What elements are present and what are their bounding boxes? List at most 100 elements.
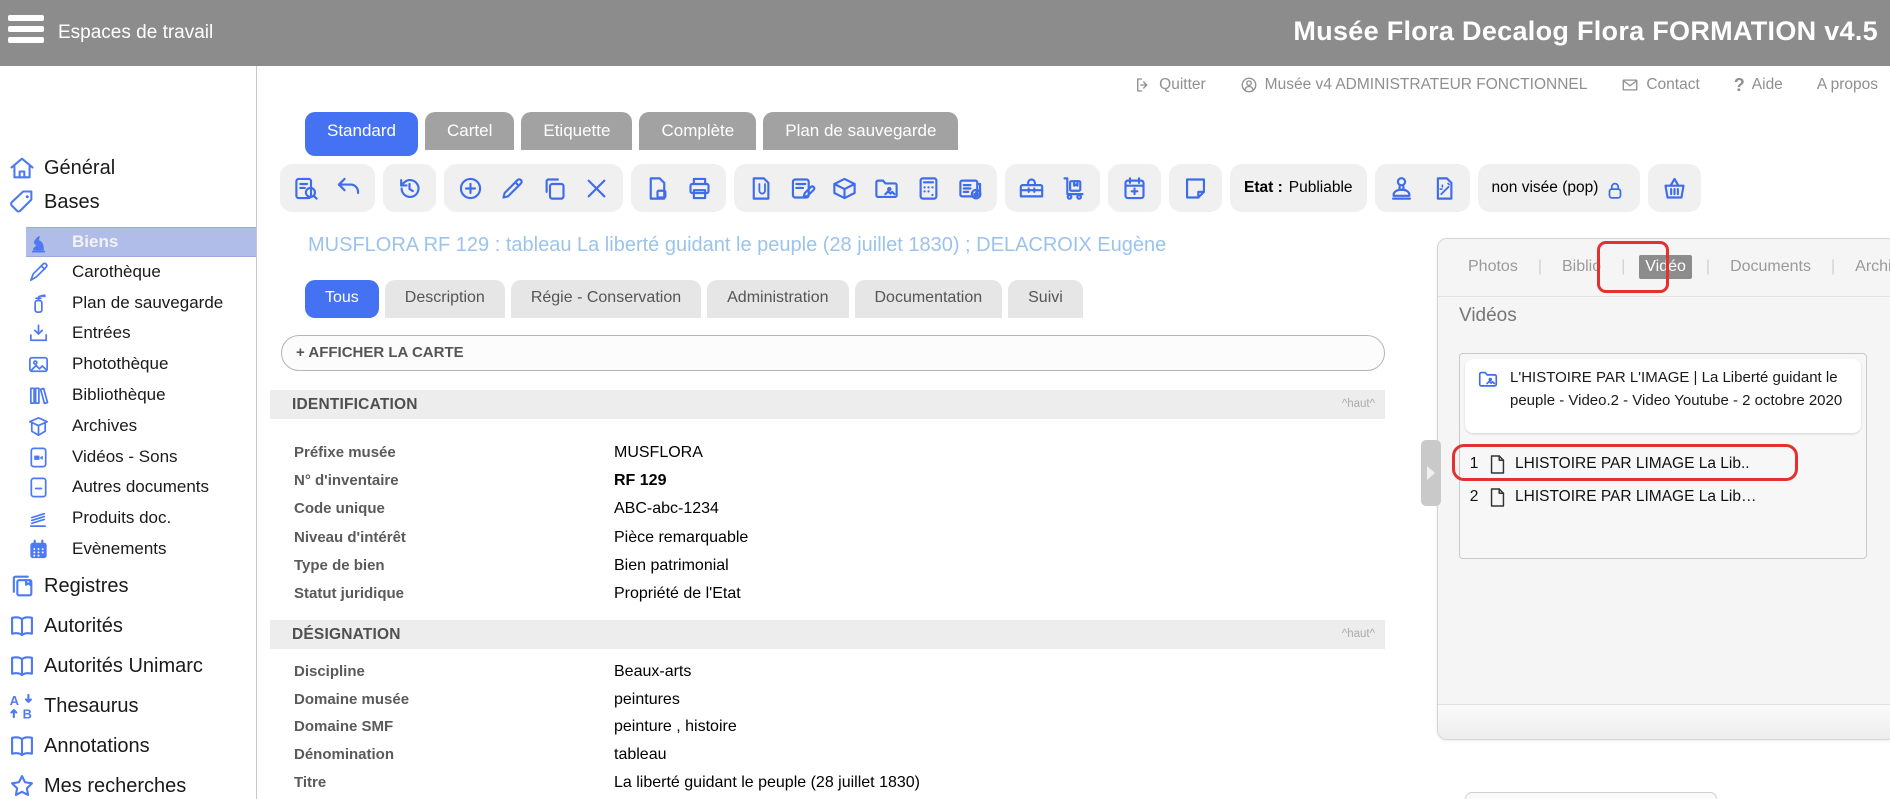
about-button[interactable]: A propos [1817, 76, 1878, 94]
view-tabs: Standard Cartel Etiquette Complète Plan … [305, 112, 958, 156]
menu-icon[interactable] [8, 15, 44, 49]
print-icon[interactable] [686, 175, 713, 202]
tab-plan-sauvegarde[interactable]: Plan de sauvegarde [763, 112, 958, 150]
media-tab-archives[interactable]: Archives [1849, 255, 1890, 279]
visa-label: non visée (pop) [1492, 179, 1599, 197]
toolbar-group-note [1169, 164, 1222, 212]
folder-image-icon[interactable] [873, 175, 900, 202]
video-list: L'HISTOIRE PAR L'IMAGE | La Liberté guid… [1459, 353, 1867, 559]
sidebar-item-mes-recherches[interactable]: Mes recherches [0, 768, 250, 799]
export-file-icon[interactable] [644, 175, 671, 202]
video-group-title: L'HISTOIRE PAR L'IMAGE | La Liberté guid… [1510, 369, 1842, 409]
form-edit-icon[interactable] [789, 175, 816, 202]
tab-standard[interactable]: Standard [305, 112, 418, 156]
videos-heading: Vidéos [1459, 305, 1517, 327]
sidebar-item-thesaurus[interactable]: AB Thesaurus [0, 688, 250, 724]
field-value: ABC-abc-1234 [614, 495, 1384, 523]
field-value: Propriété de l'Etat [614, 580, 1384, 608]
svg-text:A: A [10, 693, 19, 708]
tab-suivi[interactable]: Suivi [1008, 280, 1083, 318]
panel-collapse-handle[interactable] [1421, 440, 1441, 506]
video-item-1[interactable]: 1 LHISTOIRE PAR LIMAGE La Lib.. [1468, 449, 1860, 479]
help-button[interactable]: ? Aide [1734, 75, 1783, 96]
tab-complete[interactable]: Complète [639, 112, 756, 150]
lock-icon[interactable] [1604, 177, 1626, 199]
attach-file-icon[interactable] [747, 175, 774, 202]
tab-etiquette[interactable]: Etiquette [521, 112, 632, 150]
tab-description[interactable]: Description [385, 280, 505, 318]
video-item-2[interactable]: 2 LHISTOIRE PAR LIMAGE La Lib… [1468, 482, 1860, 512]
media-tab-photos[interactable]: Photos [1462, 255, 1524, 279]
toolbar-group-edit [444, 164, 623, 212]
back-to-top-link[interactable]: ^haut^ [1342, 390, 1375, 419]
history-icon[interactable] [396, 175, 423, 202]
calculator-icon[interactable] [915, 175, 942, 202]
tab-tous[interactable]: Tous [305, 280, 379, 318]
tab-separator: | [1621, 258, 1625, 276]
file-icon [1489, 454, 1506, 475]
sidebar-item-evenements[interactable]: Evènements [0, 534, 256, 564]
sidebar-item-annotations[interactable]: Annotations [0, 728, 250, 764]
field-value: peinture , histoire [614, 713, 1384, 741]
tab-administration[interactable]: Administration [707, 280, 848, 318]
undo-icon[interactable] [335, 175, 362, 202]
tab-cartel[interactable]: Cartel [425, 112, 514, 150]
copy-icon[interactable] [541, 175, 568, 202]
field-value: Beaux-arts [614, 658, 1384, 686]
media-tab-biblio[interactable]: Biblio [1556, 255, 1607, 279]
sidebar-item-archives[interactable]: Archives [0, 411, 256, 441]
toolbox-icon[interactable] [1018, 175, 1045, 202]
file-magic-icon[interactable] [1430, 175, 1457, 202]
sidebar-item-produits-doc[interactable]: Produits doc. [0, 503, 256, 533]
sidebar-item-plan-sauvegarde[interactable]: Plan de sauvegarde [0, 288, 256, 318]
sidebar-item-biens[interactable]: Biens [26, 227, 256, 257]
stamp-icon[interactable] [1388, 175, 1415, 202]
media-tab-video[interactable]: Vidéo [1639, 255, 1692, 279]
user-menu[interactable]: Musée v4 ADMINISTRATEUR FONCTIONNEL [1240, 76, 1588, 94]
tab-documentation[interactable]: Documentation [855, 280, 1003, 318]
package-icon[interactable] [831, 175, 858, 202]
sidebar-item-registres[interactable]: Registres [0, 568, 250, 604]
sidebar-item-bases[interactable]: Bases [0, 184, 250, 220]
field-value: peintures [614, 686, 1384, 714]
calendar-add-icon[interactable] [1121, 175, 1148, 202]
sidebar-item-phototheque[interactable]: Photothèque [0, 349, 256, 379]
section-title: IDENTIFICATION [292, 396, 418, 413]
open-book-icon [8, 732, 36, 760]
delete-icon[interactable] [583, 175, 610, 202]
tab-regie-conservation[interactable]: Régie - Conservation [511, 280, 701, 318]
inbox-arrow-icon [27, 322, 50, 345]
folder-video-icon [1476, 368, 1500, 390]
workspace-label[interactable]: Espaces de travail [58, 0, 213, 66]
show-map-toggle[interactable]: + AFFICHER LA CARTE [281, 335, 1385, 371]
header-links: Quitter Musée v4 ADMINISTRATEUR FONCTION… [1134, 70, 1878, 100]
search-list-icon[interactable] [293, 175, 320, 202]
sidebar-item-autres-documents[interactable]: Autres documents [0, 472, 256, 502]
edit-icon[interactable] [499, 175, 526, 202]
sidebar-item-carotheque[interactable]: Carothèque [0, 257, 256, 287]
sidebar-item-autorites[interactable]: Autorités [0, 608, 250, 644]
tab-separator: | [1706, 258, 1710, 276]
sidebar-item-autorites-unimarc[interactable]: Autorités Unimarc [0, 648, 250, 684]
basket-icon[interactable] [1661, 175, 1688, 202]
toolbar-group-search [280, 164, 375, 212]
sidebar-item-bibliotheque[interactable]: Bibliothèque [0, 380, 256, 410]
quit-button[interactable]: Quitter [1134, 76, 1206, 94]
newspaper-icon[interactable] [957, 175, 984, 202]
note-icon[interactable] [1182, 175, 1209, 202]
back-to-top-link[interactable]: ^haut^ [1342, 620, 1375, 649]
record-toolbar: Etat : Publiable non visée (pop) [280, 164, 1701, 212]
sidebar-item-general[interactable]: Général [0, 150, 250, 186]
paper-stack-icon [27, 507, 50, 530]
sidebar-item-entrees[interactable]: Entrées [0, 318, 256, 348]
field-value: RF 129 [614, 467, 1384, 495]
trolley-icon[interactable] [1060, 175, 1087, 202]
core-sample-icon [27, 261, 50, 284]
add-icon[interactable] [457, 175, 484, 202]
video-group-card[interactable]: L'HISTOIRE PAR L'IMAGE | La Liberté guid… [1465, 359, 1861, 433]
field-label: Titre [294, 769, 614, 797]
contact-button[interactable]: Contact [1621, 76, 1699, 94]
mail-icon [1621, 76, 1639, 94]
media-tab-documents[interactable]: Documents [1724, 255, 1817, 279]
sidebar-item-videos-sons[interactable]: Vidéos - Sons [0, 442, 256, 472]
